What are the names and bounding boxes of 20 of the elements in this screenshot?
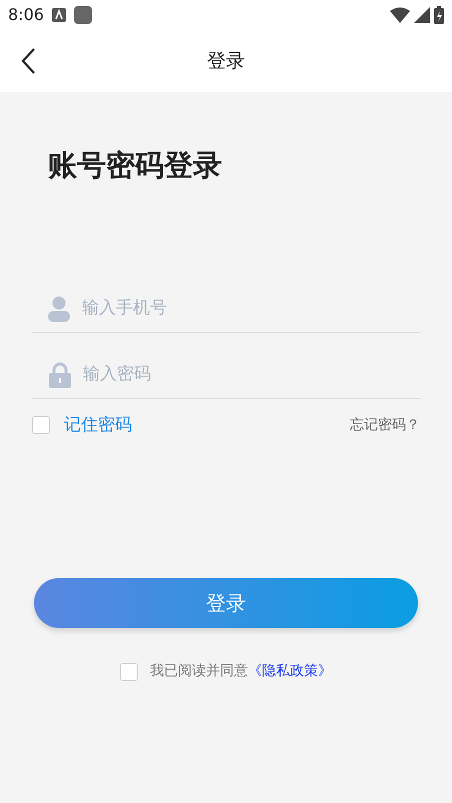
user-icon	[48, 296, 70, 322]
password-field[interactable]: 输入密码	[83, 362, 420, 388]
lock-icon	[49, 362, 71, 388]
battery-icon	[434, 6, 444, 24]
remember-checkbox[interactable]	[32, 416, 50, 434]
agreement-text: 我已阅读并同意	[150, 662, 248, 681]
agreement-checkbox[interactable]	[120, 662, 138, 680]
forgot-password-link[interactable]: 忘记密码？	[350, 414, 420, 436]
app-icon	[74, 6, 92, 24]
login-button[interactable]: 登录	[34, 578, 418, 628]
privacy-policy-link[interactable]: 《隐私政策》	[248, 661, 332, 682]
signal-icon	[414, 7, 430, 23]
phone-field[interactable]: 输入手机号	[82, 296, 420, 322]
remember-label: 记住密码	[64, 414, 132, 436]
back-icon[interactable]	[20, 47, 36, 75]
login-heading: 账号密码登录	[48, 147, 223, 184]
notification-icon	[52, 8, 66, 22]
page-title: 登录	[207, 48, 245, 74]
status-time: 8:06	[8, 4, 44, 26]
wifi-icon	[390, 7, 410, 23]
